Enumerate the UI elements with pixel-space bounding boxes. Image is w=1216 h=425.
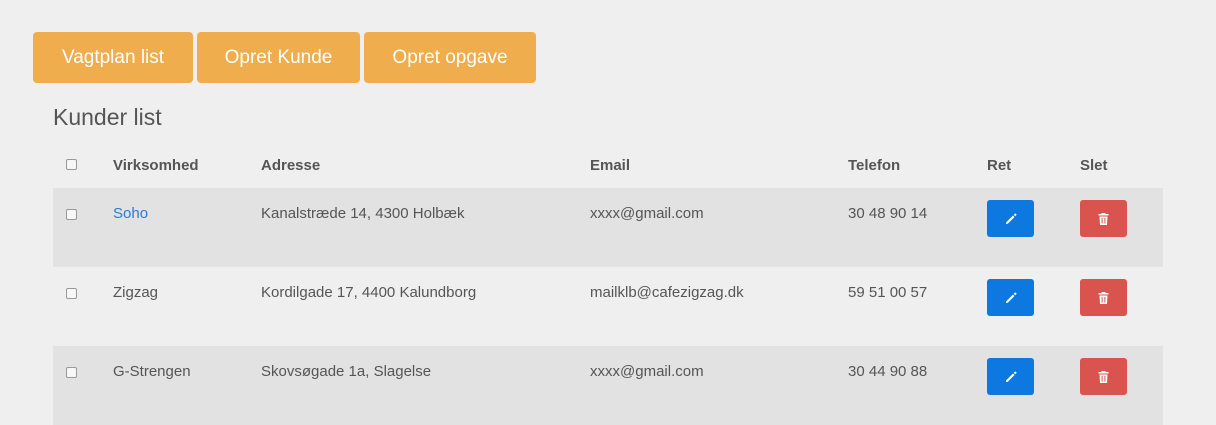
phone-cell: 59 51 00 57 xyxy=(848,284,928,301)
select-all-checkbox[interactable] xyxy=(66,158,77,170)
pencil-icon xyxy=(1005,370,1017,382)
trash-icon xyxy=(1098,291,1109,304)
table-row: Soho Kanalstræde 14, 4300 Holbæk xxxx@gm… xyxy=(53,188,1163,267)
action-toolbar: Vagtplan list Opret Kunde Opret opgave xyxy=(33,32,536,83)
delete-button[interactable] xyxy=(1080,279,1127,316)
email-cell: xxxx@gmail.com xyxy=(590,363,704,380)
address-cell: Kordilgade 17, 4400 Kalundborg xyxy=(261,284,477,301)
row-checkbox[interactable] xyxy=(66,288,77,299)
pencil-icon xyxy=(1005,291,1017,303)
header-phone[interactable]: Telefon xyxy=(848,142,987,188)
table-row: G-Strengen Skovsøgade 1a, Slagelse xxxx@… xyxy=(53,346,1163,425)
header-company[interactable]: Virksomhed xyxy=(113,142,261,188)
edit-button[interactable] xyxy=(987,279,1034,316)
pencil-icon xyxy=(1005,212,1017,224)
customers-table: Virksomhed Adresse Email Telefon Ret Sle… xyxy=(53,142,1163,425)
row-checkbox[interactable] xyxy=(66,367,77,378)
trash-icon xyxy=(1098,370,1109,383)
opret-kunde-button[interactable]: Opret Kunde xyxy=(197,32,360,83)
header-edit: Ret xyxy=(987,156,1012,174)
phone-cell: 30 44 90 88 xyxy=(848,363,928,380)
delete-button[interactable] xyxy=(1080,358,1127,395)
header-address[interactable]: Adresse xyxy=(261,142,590,188)
vagtplan-list-button[interactable]: Vagtplan list xyxy=(33,32,193,83)
email-cell: xxxx@gmail.com xyxy=(590,205,704,222)
page-title: Kunder list xyxy=(53,104,162,130)
delete-button[interactable] xyxy=(1080,200,1127,237)
company-name: Zigzag xyxy=(113,284,159,301)
address-cell: Skovsøgade 1a, Slagelse xyxy=(261,363,432,380)
trash-icon xyxy=(1098,212,1109,225)
opret-opgave-button[interactable]: Opret opgave xyxy=(364,32,536,83)
header-email[interactable]: Email xyxy=(590,142,848,188)
email-cell: mailklb@cafezigzag.dk xyxy=(590,284,744,301)
company-name-link[interactable]: Soho xyxy=(113,205,148,222)
header-select-all xyxy=(53,142,113,188)
company-name: G-Strengen xyxy=(113,363,191,380)
phone-cell: 30 48 90 14 xyxy=(848,205,928,222)
header-delete: Slet xyxy=(1080,156,1108,174)
edit-button[interactable] xyxy=(987,358,1034,395)
row-checkbox[interactable] xyxy=(66,209,77,220)
table-header-row: Virksomhed Adresse Email Telefon Ret Sle… xyxy=(53,142,1163,188)
edit-button[interactable] xyxy=(987,200,1034,237)
address-cell: Kanalstræde 14, 4300 Holbæk xyxy=(261,205,465,222)
table-row: Zigzag Kordilgade 17, 4400 Kalundborg ma… xyxy=(53,267,1163,346)
